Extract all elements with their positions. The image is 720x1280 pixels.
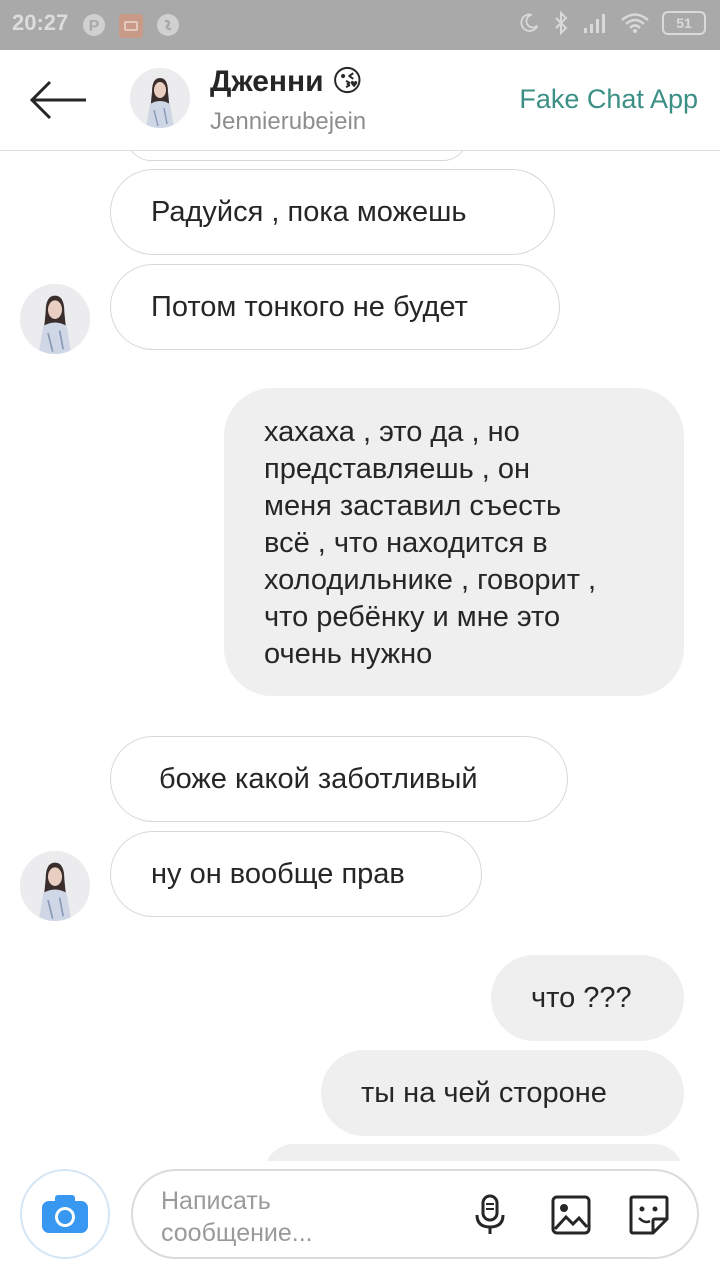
message-list[interactable]: Радуйся , пока можешь Потом тонкого не б… xyxy=(0,151,720,1161)
message-bubble-partial xyxy=(264,1144,684,1161)
image-icon[interactable] xyxy=(549,1193,593,1237)
wifi-icon xyxy=(621,13,649,33)
status-right-icons: 51 xyxy=(518,11,706,35)
message-text: Потом тонкого не будет xyxy=(151,290,468,323)
arrow-left-icon xyxy=(29,80,86,120)
message-avatar[interactable] xyxy=(20,284,90,354)
bluetooth-icon xyxy=(555,11,568,35)
moon-icon xyxy=(520,13,539,32)
message-input-placeholder: Написать сообщение... xyxy=(161,1187,313,1247)
message-bubble[interactable]: Потом тонкого не будет xyxy=(110,264,560,350)
message-text: боже какой заботливый xyxy=(159,762,478,795)
microphone-icon[interactable] xyxy=(468,1193,512,1237)
message-line: холодильнике , говорит , xyxy=(264,564,597,596)
back-button[interactable] xyxy=(28,78,92,122)
message-line: хахаха , это да , но xyxy=(264,416,520,448)
message-bubble[interactable]: Радуйся , пока можешь xyxy=(110,169,555,255)
kiss-emoji-icon: 😘 xyxy=(331,65,363,98)
message-line: что ребёнку и мне это xyxy=(264,601,561,633)
avatar-image xyxy=(20,851,90,921)
battery-icon: 51 xyxy=(662,11,706,35)
chat-header: Дженни 😘 Jennierubejein Fake Chat App xyxy=(0,50,720,151)
message-avatar[interactable] xyxy=(20,851,90,921)
message-text: Радуйся , пока можешь xyxy=(151,195,467,228)
message-bubble-outgoing[interactable]: хахаха , это да , но представляешь , он … xyxy=(224,388,684,696)
avatar-image xyxy=(20,284,90,354)
sticker-icon[interactable] xyxy=(627,1193,671,1237)
shazam-icon xyxy=(157,14,179,36)
message-line: меня заставил съесть xyxy=(264,490,562,522)
message-text: что ??? xyxy=(531,981,632,1014)
message-input[interactable]: Написать сообщение... xyxy=(131,1169,699,1259)
message-bubble-partial xyxy=(126,151,468,161)
message-text: хахаха , это да , но представляешь , он … xyxy=(264,414,596,673)
status-bar: 20:27 P 51 xyxy=(0,0,720,50)
avatar-image xyxy=(130,68,190,128)
signal-icon xyxy=(584,14,605,33)
contact-name: Дженни 😘 xyxy=(210,64,363,99)
composer-bar: Написать сообщение... xyxy=(0,1161,720,1280)
camera-button[interactable] xyxy=(20,1169,110,1259)
app-label[interactable]: Fake Chat App xyxy=(519,84,698,115)
message-bubble-outgoing[interactable]: ты на чей стороне xyxy=(321,1050,684,1136)
status-time: 20:27 xyxy=(12,10,69,35)
message-bubble[interactable]: ну он вообще прав xyxy=(110,831,482,917)
message-line: всё , что находится в xyxy=(264,527,548,559)
contact-name-text: Дженни xyxy=(210,64,324,98)
message-text: ты на чей стороне xyxy=(361,1076,607,1109)
contact-avatar[interactable] xyxy=(130,68,190,128)
message-line: очень нужно xyxy=(264,638,433,670)
pinterest-icon: P xyxy=(83,14,105,36)
message-line: представляешь , он xyxy=(264,453,531,485)
message-text: ну он вообще прав xyxy=(151,857,405,890)
camera-icon xyxy=(42,1195,88,1233)
message-bubble[interactable]: боже какой заботливый xyxy=(110,736,568,822)
contact-handle: Jennierubejein xyxy=(210,108,367,135)
mi-icon xyxy=(119,14,143,38)
message-bubble-outgoing[interactable]: что ??? xyxy=(491,955,684,1041)
svg-text:P: P xyxy=(89,18,100,35)
